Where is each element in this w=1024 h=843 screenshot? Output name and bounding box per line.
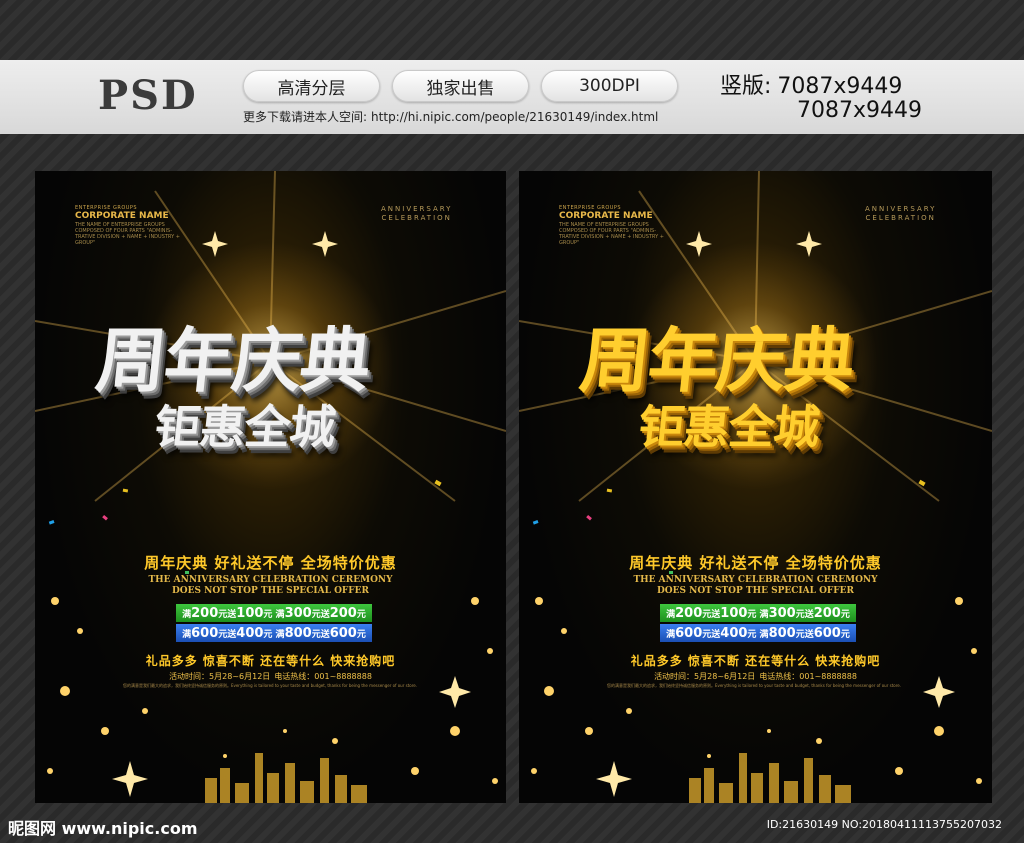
size-1: 7087x9449 — [777, 74, 903, 99]
size-2: 7087x9449 — [797, 98, 922, 123]
personal-space-line: 更多下载请进本人空间: http://hi.nipic.com/people/21… — [243, 108, 658, 125]
image-id: ID:21630149 NO:20180411113755207032 — [766, 818, 1002, 831]
city-skyline — [689, 753, 851, 803]
header-bar: PSD 高清分层 独家出售 300DPI 更多下载请进本人空间: http://h… — [0, 60, 1024, 134]
psd-label: PSD — [98, 72, 198, 119]
city-skyline — [205, 753, 367, 803]
pill-dpi: 300DPI — [541, 70, 678, 102]
poster-gold[interactable]: ENTERPRISE GROUPS CORPORATE NAME THE NAM… — [519, 171, 992, 803]
version-size: 竖版: 7087x9449 — [720, 68, 902, 100]
pill-exclusive: 独家出售 — [392, 70, 529, 102]
sparkle-decoration — [47, 231, 498, 797]
pill-hd-layers: 高清分层 — [243, 70, 380, 102]
sparkle-decoration — [531, 231, 982, 797]
space-text: 更多下载请进本人空间: — [243, 110, 368, 124]
poster-silver[interactable]: ENTERPRISE GROUPS CORPORATE NAME THE NAM… — [35, 171, 506, 803]
nipic-logo: 昵图网 www.nipic.com — [8, 819, 198, 838]
space-url-link[interactable]: http://hi.nipic.com/people/21630149/inde… — [371, 110, 658, 124]
version-label: 竖版: — [720, 74, 772, 99]
